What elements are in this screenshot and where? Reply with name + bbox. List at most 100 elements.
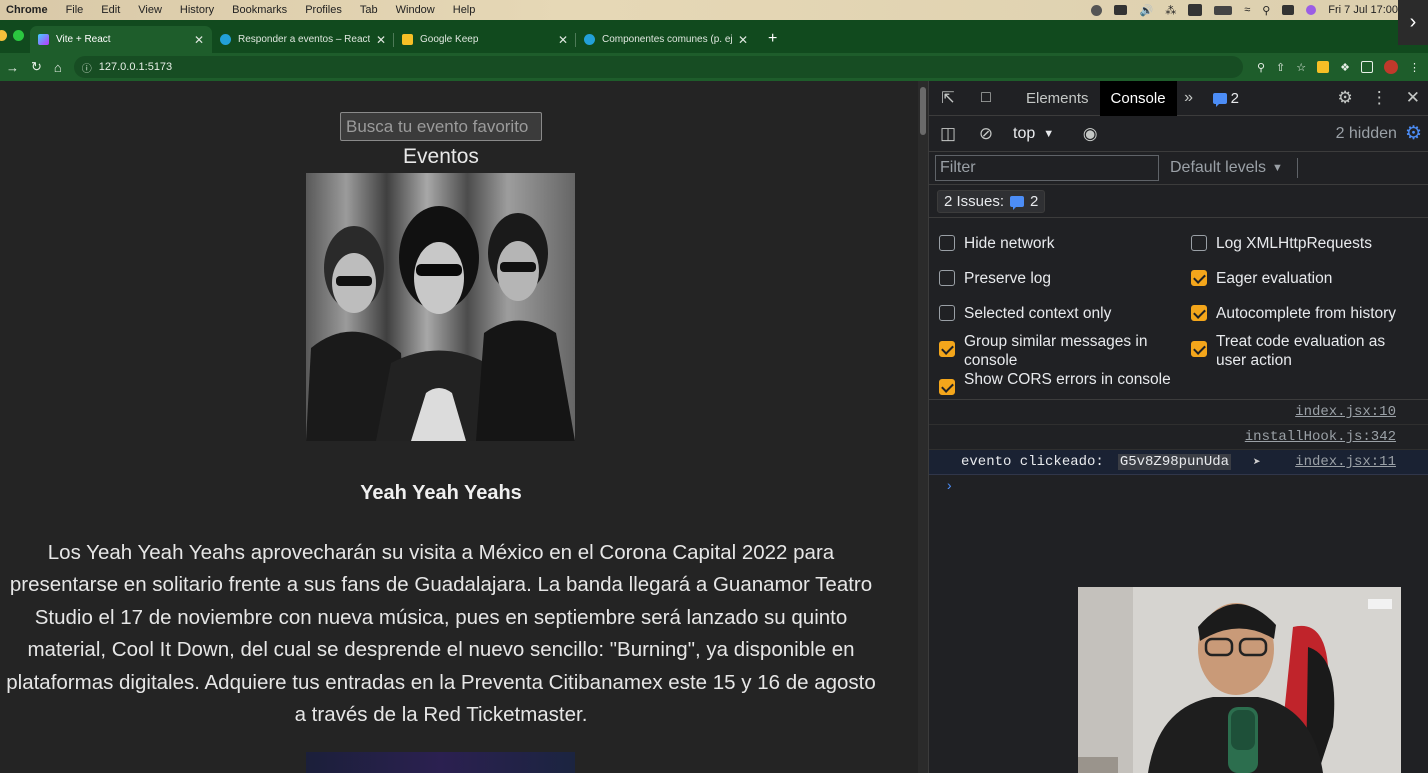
more-tabs-icon[interactable]: »	[1177, 89, 1201, 107]
menubar-status-area: 🔊 ⁂ ≈ ⚲ Fri 7 Jul 17:00	[1091, 4, 1428, 17]
menu-view[interactable]: View	[129, 4, 171, 16]
sidebar-toggle-icon[interactable]: ◫	[929, 124, 967, 144]
tab-close-icon[interactable]: ✕	[738, 33, 748, 47]
checkbox-checked[interactable]	[1191, 305, 1207, 321]
device-toolbar-icon[interactable]: □	[967, 89, 1005, 107]
message-source-link[interactable]: index.jsx:11	[1295, 454, 1396, 470]
message-value[interactable]: G5v8Z98punUda	[1117, 454, 1232, 470]
bluetooth-icon[interactable]: ⁂	[1165, 4, 1176, 17]
context-selector[interactable]: top ▼	[1013, 125, 1054, 143]
log-levels-dropdown[interactable]: Default levels ▼	[1170, 159, 1283, 177]
kebab-menu-icon[interactable]: ⋮	[1409, 61, 1420, 74]
setting-label: Autocomplete from history	[1216, 305, 1397, 322]
status-icon[interactable]	[1091, 4, 1103, 16]
filter-input[interactable]	[935, 155, 1159, 181]
issues-counter[interactable]: 2	[1212, 90, 1239, 107]
tab-console[interactable]: Console	[1099, 80, 1177, 116]
browser-tab-active[interactable]: Vite + React ✕	[30, 26, 212, 53]
browser-tab[interactable]: Google Keep ✕	[394, 26, 576, 53]
close-icon[interactable]: ✕	[1406, 88, 1420, 108]
console-prompt[interactable]: ›	[929, 475, 1428, 499]
checkbox-checked[interactable]	[939, 341, 955, 357]
wifi-icon[interactable]: ≈	[1244, 4, 1250, 16]
profile-avatar[interactable]	[1384, 60, 1398, 74]
inspect-element-icon[interactable]: ⇱	[929, 88, 967, 108]
browser-tab[interactable]: Responder a eventos – React ✕	[212, 26, 394, 53]
menu-bookmarks[interactable]: Bookmarks	[223, 4, 296, 16]
event-image[interactable]	[306, 173, 575, 441]
console-settings-gear-icon[interactable]: ⚙	[1405, 122, 1428, 145]
setting-autocomplete-history[interactable]: Autocomplete from history	[1191, 304, 1396, 323]
react-favicon-icon	[584, 34, 595, 45]
settings-gear-icon[interactable]: ⚙	[1338, 88, 1353, 108]
checkbox-checked[interactable]	[939, 379, 955, 395]
checkbox[interactable]	[1191, 235, 1207, 251]
checkbox[interactable]	[939, 270, 955, 286]
menu-app-name[interactable]: Chrome	[0, 4, 57, 16]
chevron-right-icon[interactable]: ›	[1398, 0, 1428, 45]
zoom-icon[interactable]: ⚲	[1257, 61, 1265, 74]
input-source-icon[interactable]	[1188, 4, 1203, 16]
tab-close-icon[interactable]: ✕	[194, 33, 204, 47]
checkbox[interactable]	[939, 305, 955, 321]
reload-icon[interactable]: ↻	[25, 59, 48, 75]
home-icon[interactable]: ⌂	[48, 60, 68, 75]
tab-close-icon[interactable]: ✕	[558, 33, 568, 47]
close-window-button[interactable]	[0, 30, 7, 41]
window-controls	[0, 30, 30, 53]
extensions-puzzle-icon[interactable]: ❖	[1340, 61, 1350, 74]
forward-icon[interactable]: →	[0, 60, 25, 75]
battery-icon[interactable]	[1214, 5, 1233, 15]
live-expression-eye-icon[interactable]: ◉	[1068, 124, 1112, 144]
menu-profiles[interactable]: Profiles	[296, 4, 351, 16]
site-info-icon[interactable]: ⓘ	[82, 60, 92, 75]
address-bar[interactable]: ⓘ 127.0.0.1:5173	[73, 56, 1243, 78]
tab-close-icon[interactable]: ✕	[376, 33, 386, 47]
setting-group-similar[interactable]: Group similar messages in console	[939, 332, 1179, 370]
extension-icon[interactable]	[1317, 61, 1330, 73]
new-tab-button[interactable]: +	[756, 30, 777, 53]
message-source-link[interactable]: installHook.js:342	[1245, 429, 1396, 445]
zoom-window-button[interactable]	[13, 30, 24, 41]
setting-log-xhr[interactable]: Log XMLHttpRequests	[1191, 234, 1372, 253]
camera-icon[interactable]	[1114, 5, 1128, 15]
menu-history[interactable]: History	[171, 4, 223, 16]
clear-console-icon[interactable]: ⊘	[967, 124, 1005, 144]
scrollbar-thumb[interactable]	[920, 87, 926, 135]
control-center-icon[interactable]	[1282, 5, 1295, 15]
browser-tab[interactable]: Componentes comunes (p. ej. ✕	[576, 26, 756, 53]
tab-elements[interactable]: Elements	[1015, 81, 1100, 116]
sidebar-icon[interactable]	[1361, 61, 1373, 73]
message-icon	[1212, 92, 1227, 107]
setting-treat-code-evaluation[interactable]: Treat code evaluation as user action	[1191, 332, 1416, 370]
menu-tab[interactable]: Tab	[351, 4, 387, 16]
setting-show-cors-errors[interactable]: Show CORS errors in console	[939, 370, 1179, 395]
setting-hide-network[interactable]: Hide network	[939, 234, 1054, 253]
menu-help[interactable]: Help	[444, 4, 485, 16]
setting-eager-evaluation[interactable]: Eager evaluation	[1191, 269, 1332, 288]
checkbox[interactable]	[939, 235, 955, 251]
menu-edit[interactable]: Edit	[92, 4, 129, 16]
share-icon[interactable]: ⇧	[1276, 61, 1285, 74]
menu-file[interactable]: File	[57, 4, 93, 16]
setting-label: Selected context only	[964, 305, 1112, 322]
siri-icon[interactable]	[1306, 5, 1317, 15]
checkbox-checked[interactable]	[1191, 341, 1207, 357]
spotlight-icon[interactable]: ⚲	[1262, 4, 1270, 17]
menubar-clock[interactable]: Fri 7 Jul 17:00	[1328, 4, 1398, 16]
kebab-menu-icon[interactable]: ⋮	[1371, 88, 1388, 108]
message-icon	[1010, 195, 1025, 210]
event-name: Yeah Yeah Yeahs	[360, 482, 522, 504]
setting-preserve-log[interactable]: Preserve log	[939, 269, 1051, 288]
issues-button[interactable]: 2 Issues: 2	[937, 189, 1046, 213]
bookmark-star-icon[interactable]: ☆	[1296, 61, 1306, 74]
search-input[interactable]	[340, 112, 542, 141]
page-scrollbar[interactable]	[918, 81, 928, 773]
volume-icon[interactable]: 🔊	[1139, 4, 1153, 17]
message-source-link[interactable]: index.jsx:10	[1295, 404, 1396, 420]
menu-window[interactable]: Window	[387, 4, 444, 16]
next-event-image[interactable]	[306, 752, 575, 773]
checkbox-checked[interactable]	[1191, 270, 1207, 286]
setting-selected-context-only[interactable]: Selected context only	[939, 304, 1111, 323]
hidden-messages-count: 2 hidden	[1335, 124, 1397, 142]
